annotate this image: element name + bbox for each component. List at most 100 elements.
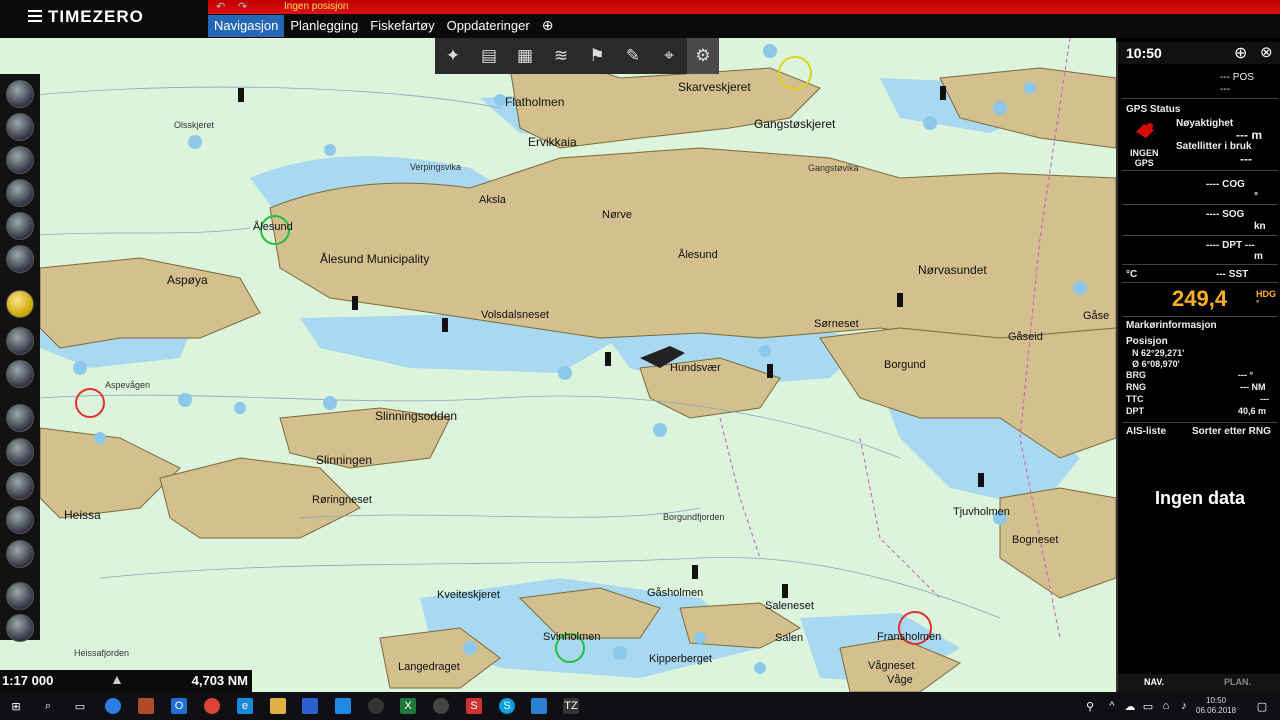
compass-icon[interactable]: ✦ (435, 38, 471, 74)
outlook-icon[interactable]: O (171, 698, 187, 714)
skype-icon[interactable]: S (499, 698, 515, 714)
tray-icon[interactable]: ☁ (1122, 698, 1138, 714)
network-icon[interactable]: ⌂ (1158, 698, 1174, 714)
divider (1122, 170, 1278, 171)
timezero-taskbar-icon[interactable]: TZ (563, 698, 579, 714)
place-label: Borgundfjorden (663, 512, 725, 522)
zoom-in-icon[interactable] (6, 179, 34, 207)
tab-fiskefartoy[interactable]: Fiskefartøy (364, 15, 440, 37)
accuracy-label: Nøyaktighet (1176, 118, 1234, 129)
app-window: TIMEZERO ↶ ↷ Ingen posisjon Navigasjon P… (0, 0, 1280, 720)
mark-tool-icon[interactable] (6, 360, 34, 388)
app-icon[interactable] (335, 698, 351, 714)
place-label: Borgund (884, 359, 926, 371)
place-label: Kveiteskjeret (437, 589, 500, 601)
chart-toolbar: ✦ ▤ ▦ ≋ ⚑ ✎ ⌖ ⚙ (435, 38, 719, 74)
place-label: Aspøya (167, 273, 208, 287)
settings-gear-icon[interactable]: ⚙ (687, 38, 719, 74)
depth-icon[interactable]: ≋ (543, 38, 579, 74)
select-tool-icon[interactable] (6, 582, 34, 610)
pencil-icon[interactable]: ✎ (615, 38, 651, 74)
target-tool-icon[interactable] (6, 506, 34, 534)
edge-icon[interactable]: e (237, 698, 253, 714)
title-bar: TIMEZERO ↶ ↷ Ingen posisjon Navigasjon P… (0, 0, 1280, 38)
app-icon[interactable] (138, 698, 154, 714)
place-label: Tjuvholmen (953, 506, 1010, 518)
buoy-icon[interactable]: ⚑ (579, 38, 615, 74)
place-label: Heissafjorden (74, 648, 130, 658)
ruler-tool-icon[interactable] (6, 113, 34, 141)
erase-tool-icon[interactable] (6, 146, 34, 174)
heading-value: 249,4 (1172, 286, 1228, 311)
divider (1122, 204, 1278, 205)
start-icon[interactable]: ⊞ (8, 698, 24, 714)
place-label: Ålesund Municipality (320, 252, 430, 266)
tool-settings-icon[interactable] (6, 614, 34, 642)
volume-icon[interactable]: ♪ (1176, 698, 1192, 714)
search-icon[interactable]: ⌕ (40, 698, 56, 714)
app-icon[interactable] (433, 698, 449, 714)
chart-scale[interactable]: 1:17 000 (2, 673, 53, 688)
sog-unit: kn (1254, 221, 1266, 232)
add-tab-icon[interactable]: ⊕ (536, 15, 560, 37)
excel-icon[interactable]: X (400, 698, 416, 714)
place-label: Ålesund (253, 221, 293, 233)
panel-tabs: NAV. PLAN. (1118, 674, 1280, 692)
redo-icon[interactable]: ↷ (238, 0, 247, 13)
dpt-value: 40,6 m (1238, 406, 1267, 416)
menu-icon[interactable] (28, 10, 42, 22)
ttc-label: TTC (1126, 394, 1144, 404)
app-icon[interactable] (368, 698, 384, 714)
tab-plan[interactable]: PLAN. (1224, 677, 1251, 687)
measure-tool-icon[interactable] (6, 327, 34, 355)
close-panel-icon[interactable]: ⊗ (1260, 43, 1273, 61)
people-icon[interactable]: ⚲ (1082, 698, 1098, 714)
place-label: Saleneset (765, 600, 814, 612)
line-tool-icon[interactable] (6, 438, 34, 466)
folder-icon[interactable] (270, 698, 286, 714)
task-view-icon[interactable]: ▭ (72, 698, 88, 714)
place-label: Gangstøvika (808, 163, 859, 173)
divider (1122, 422, 1278, 423)
ais-sort-button[interactable]: Sorter etter RNG (1192, 426, 1271, 437)
ttc-value: --- (1260, 394, 1269, 404)
dropbox-icon[interactable] (302, 698, 318, 714)
heading-unit: HDG ° (1256, 289, 1276, 308)
circle-tool-icon[interactable] (6, 404, 34, 432)
north-arrow-icon[interactable]: ▲ (110, 671, 124, 687)
satellites-value: --- (1240, 152, 1252, 166)
add-widget-icon[interactable]: ⊕ (1234, 43, 1247, 63)
chrome-icon[interactable] (204, 698, 220, 714)
no-data-message: Ingen data (1154, 488, 1245, 508)
notification-icon[interactable]: ▢ (1254, 698, 1270, 714)
tray-up-icon[interactable]: ^ (1104, 698, 1120, 714)
app-icon[interactable]: S (466, 698, 482, 714)
place-label: Aspevågen (105, 380, 151, 390)
app-logo: TIMEZERO (48, 7, 144, 26)
chart-overlay-icon[interactable]: ▦ (507, 38, 543, 74)
undo-icon[interactable]: ↶ (216, 0, 225, 13)
pan-hand-icon[interactable] (6, 290, 34, 318)
nautical-chart[interactable]: Flatholmen Skarveskjeret Gangstøskjeret … (0, 38, 1116, 692)
route-tool-icon[interactable] (6, 245, 34, 273)
route-icon[interactable]: ⌖ (651, 38, 687, 74)
tab-oppdateringer[interactable]: Oppdateringer (441, 15, 536, 37)
app-icon[interactable] (105, 698, 121, 714)
tab-nav[interactable]: NAV. (1144, 677, 1164, 687)
app-icon[interactable] (531, 698, 547, 714)
tray-icon[interactable]: ▭ (1140, 698, 1156, 714)
zoom-out-icon[interactable] (6, 212, 34, 240)
text-tool-icon[interactable] (6, 540, 34, 568)
longitude: Ø 6°08,970' (1132, 359, 1180, 369)
tab-navigasjon[interactable]: Navigasjon (208, 15, 285, 37)
search-tool-icon[interactable] (6, 472, 34, 500)
status-text: Ingen posisjon (284, 1, 349, 12)
gps-none: INGEN GPS (1130, 148, 1159, 168)
place-label: Våge (887, 674, 913, 686)
layers-icon[interactable]: ▤ (471, 38, 507, 74)
taskbar-clock[interactable]: 10:50 06.06.2018 (1196, 696, 1236, 716)
tab-planlegging[interactable]: Planlegging (284, 15, 364, 37)
position-label: Posisjon (1126, 336, 1168, 347)
place-label: Verpingsvika (410, 162, 462, 172)
pencil-tool-icon[interactable] (6, 80, 34, 108)
